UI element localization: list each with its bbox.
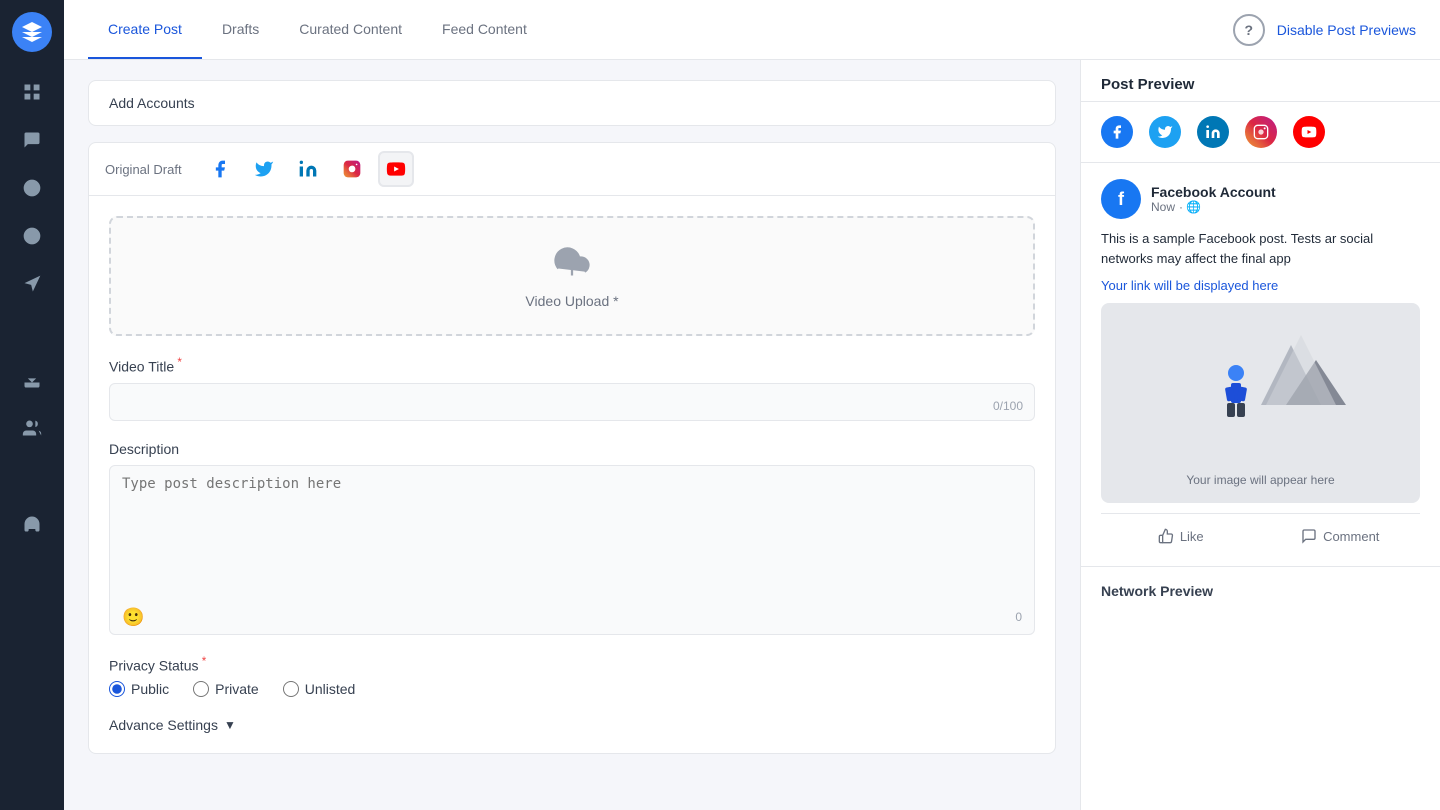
- form-body: Video Upload * Video Title * 0/100: [89, 196, 1055, 753]
- fb-account-time: Now · 🌐: [1151, 200, 1420, 214]
- original-draft-label: Original Draft: [105, 150, 182, 189]
- emoji-button[interactable]: 🙂: [122, 607, 144, 628]
- nav-right: ? Disable Post Previews: [1233, 14, 1416, 46]
- asterisk-icon[interactable]: [12, 168, 52, 208]
- app-logo[interactable]: [12, 12, 52, 52]
- fb-post-text: This is a sample Facebook post. Tests ar…: [1101, 229, 1420, 268]
- platform-tab-youtube[interactable]: [378, 151, 414, 187]
- page-body: Add Accounts Original Draft: [64, 60, 1440, 810]
- description-textarea[interactable]: [110, 466, 1034, 596]
- preview-platform-instagram[interactable]: [1245, 116, 1277, 148]
- users-icon[interactable]: [12, 408, 52, 448]
- help-button[interactable]: ?: [1233, 14, 1265, 46]
- fb-avatar: f: [1101, 179, 1141, 219]
- platform-tab-instagram[interactable]: [334, 151, 370, 187]
- fb-link[interactable]: Your link will be displayed here: [1101, 278, 1420, 293]
- network-preview-title: Network Preview: [1101, 583, 1420, 599]
- preview-platforms: [1081, 102, 1440, 163]
- editor-panel: Add Accounts Original Draft: [64, 60, 1080, 810]
- advance-settings-toggle[interactable]: Advance Settings ▼: [109, 717, 1035, 733]
- chart-icon[interactable]: [12, 312, 52, 352]
- video-title-wrapper: 0/100: [109, 383, 1035, 421]
- fb-comment-button[interactable]: Comment: [1261, 522, 1421, 550]
- preview-panel: Post Preview: [1080, 60, 1440, 810]
- fb-account-name: Facebook Account: [1151, 184, 1420, 200]
- preview-platform-linkedin[interactable]: [1197, 116, 1229, 148]
- description-wrapper: 🙂 0: [109, 465, 1035, 635]
- video-upload-label: Video Upload *: [525, 293, 618, 309]
- main-content: Create Post Drafts Curated Content Feed …: [64, 0, 1440, 810]
- radio-private[interactable]: Private: [193, 681, 259, 697]
- advance-settings-label: Advance Settings: [109, 717, 218, 733]
- image-placeholder-text: Your image will appear here: [1186, 473, 1334, 487]
- textarea-footer: 🙂 0: [110, 601, 1034, 634]
- radio-public[interactable]: Public: [109, 681, 169, 697]
- platform-tabs: Original Draft: [89, 143, 1055, 196]
- privacy-radio-group: Public Private Unlisted: [109, 681, 1035, 697]
- radio-unlisted[interactable]: Unlisted: [283, 681, 356, 697]
- disable-previews-button[interactable]: Disable Post Previews: [1277, 22, 1416, 38]
- network-preview-section: Network Preview: [1081, 566, 1440, 615]
- preview-platform-facebook[interactable]: [1101, 116, 1133, 148]
- list-icon[interactable]: [12, 456, 52, 496]
- fb-like-button[interactable]: Like: [1101, 522, 1261, 550]
- tab-curated-content[interactable]: Curated Content: [279, 0, 422, 59]
- fb-account-row: f Facebook Account Now · 🌐: [1101, 179, 1420, 219]
- top-nav: Create Post Drafts Curated Content Feed …: [64, 0, 1440, 60]
- dashboard-icon[interactable]: [12, 72, 52, 112]
- fb-account-info: Facebook Account Now · 🌐: [1151, 184, 1420, 214]
- cloud-upload-icon: [554, 244, 590, 285]
- tab-feed-content[interactable]: Feed Content: [422, 0, 547, 59]
- post-form-card: Original Draft: [88, 142, 1056, 754]
- privacy-status-label: Privacy Status *: [109, 655, 1035, 674]
- platform-tab-linkedin[interactable]: [290, 151, 326, 187]
- description-field-group: Description 🙂 0: [109, 441, 1035, 635]
- fb-actions: Like Comment: [1101, 513, 1420, 550]
- description-label: Description: [109, 441, 1035, 457]
- nav-tabs: Create Post Drafts Curated Content Feed …: [88, 0, 547, 59]
- target-icon[interactable]: [12, 216, 52, 256]
- preview-platform-youtube[interactable]: [1293, 116, 1325, 148]
- video-title-input[interactable]: [109, 383, 1035, 421]
- video-title-char-count: 0/100: [993, 399, 1023, 413]
- platform-tab-twitter[interactable]: [246, 151, 282, 187]
- chevron-down-icon: ▼: [224, 718, 236, 732]
- preview-header: Post Preview: [1081, 60, 1440, 102]
- platform-tab-facebook[interactable]: [202, 151, 238, 187]
- facebook-preview-card: f Facebook Account Now · 🌐 This is a sam…: [1101, 179, 1420, 550]
- video-title-field-group: Video Title * 0/100: [109, 356, 1035, 421]
- video-upload-area[interactable]: Video Upload *: [109, 216, 1035, 336]
- tab-drafts[interactable]: Drafts: [202, 0, 279, 59]
- video-title-label: Video Title *: [109, 356, 1035, 375]
- headset-icon[interactable]: [12, 504, 52, 544]
- tab-create-post[interactable]: Create Post: [88, 0, 202, 59]
- placeholder-illustration: [1161, 305, 1361, 465]
- fb-image-placeholder: Your image will appear here: [1101, 303, 1420, 503]
- description-char-count: 0: [1015, 610, 1022, 624]
- add-accounts-bar[interactable]: Add Accounts: [88, 80, 1056, 126]
- megaphone-icon[interactable]: [12, 264, 52, 304]
- download-icon[interactable]: [12, 360, 52, 400]
- preview-platform-twitter[interactable]: [1149, 116, 1181, 148]
- chat-icon[interactable]: [12, 120, 52, 160]
- privacy-status-field-group: Privacy Status * Public Private: [109, 655, 1035, 698]
- sidebar: [0, 0, 64, 810]
